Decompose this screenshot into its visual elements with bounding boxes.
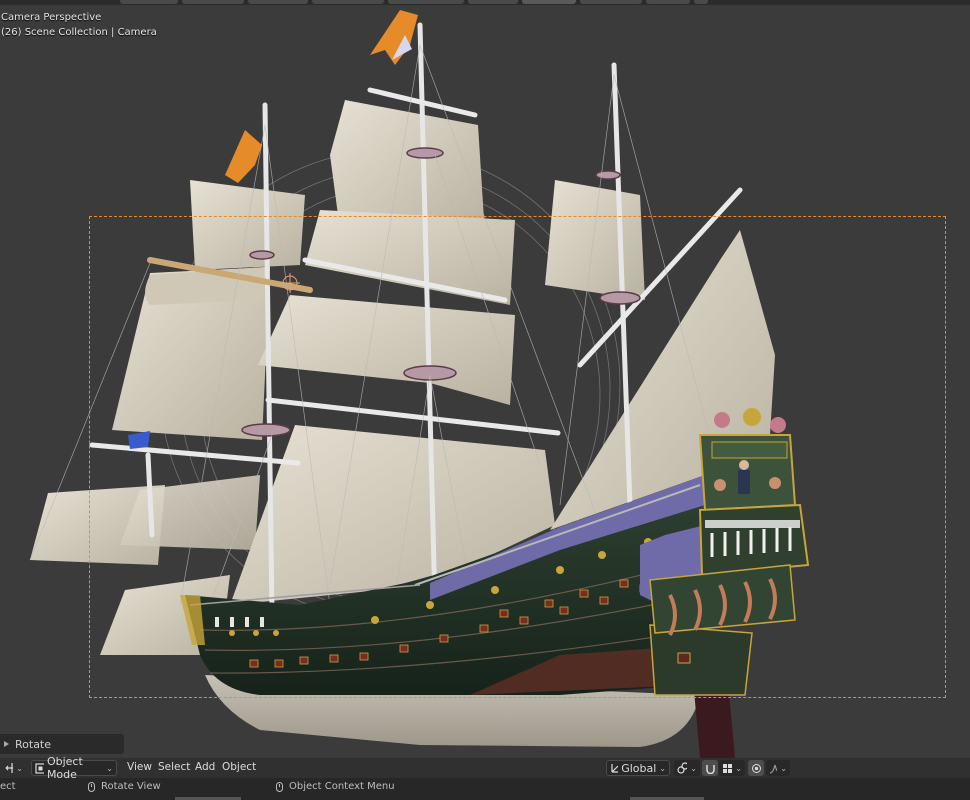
viewport-view-label: Camera Perspective <box>1 12 102 23</box>
orientation-label: Global <box>621 761 657 775</box>
grid-snap-icon <box>723 763 732 773</box>
transform-tool-icon <box>5 763 14 773</box>
transform-orientation-dropdown[interactable]: Global ⌄ <box>606 760 670 776</box>
status-left-text: ect <box>0 781 16 792</box>
proportional-icon <box>752 763 761 773</box>
chevron-down-icon: ⌄ <box>16 763 23 773</box>
falloff-dropdown[interactable]: ⌄ <box>766 760 790 776</box>
global-axes-icon <box>611 764 619 773</box>
status-rotate-label: Rotate View <box>101 781 161 792</box>
camera-frame <box>89 216 946 698</box>
menu-object[interactable]: Object <box>222 761 256 773</box>
mouse-icon <box>276 781 283 792</box>
workspace-tab[interactable] <box>120 0 178 4</box>
workspace-tab[interactable] <box>248 0 308 4</box>
status-rotate-view: Rotate View <box>88 781 161 792</box>
snap-toggle[interactable] <box>702 760 718 776</box>
workspace-tab[interactable] <box>468 0 518 4</box>
workspace-tab[interactable] <box>182 0 244 4</box>
mode-dropdown[interactable]: Object Mode ⌄ <box>31 755 117 781</box>
workspace-tab[interactable] <box>312 0 384 4</box>
pivot-dropdown[interactable]: ⌄ <box>674 760 700 776</box>
status-context-menu: Object Context Menu <box>276 781 395 792</box>
chevron-down-icon: ⌄ <box>106 763 113 773</box>
last-operator-panel[interactable]: Rotate <box>0 734 124 754</box>
workspace-tab[interactable] <box>580 0 642 4</box>
chevron-down-icon: ⌄ <box>735 763 742 773</box>
proportional-editing-toggle[interactable] <box>748 760 764 776</box>
menu-add[interactable]: Add <box>195 761 215 773</box>
workspace-tab[interactable] <box>388 0 464 4</box>
workspace-tab-active[interactable] <box>522 0 576 4</box>
chevron-down-icon: ⌄ <box>659 763 666 773</box>
viewport-header: ⌄ Object Mode ⌄ View Select Add Object G… <box>0 755 970 781</box>
status-context-label: Object Context Menu <box>289 781 395 792</box>
chevron-down-icon: ⌄ <box>690 763 697 773</box>
mouse-icon <box>88 781 95 792</box>
link-icon <box>677 762 688 774</box>
viewport-collection-label: (26) Scene Collection | Camera <box>1 27 157 38</box>
snap-icon <box>706 764 715 774</box>
3d-viewport[interactable]: Camera Perspective (26) Scene Collection… <box>0 5 970 758</box>
falloff-icon <box>769 764 778 774</box>
expand-icon <box>4 741 9 747</box>
menu-view[interactable]: View <box>127 761 152 773</box>
menu-select[interactable]: Select <box>158 761 190 773</box>
transform-tool-button[interactable]: ⌄ <box>2 760 26 776</box>
workspace-tab[interactable] <box>646 0 690 4</box>
status-bar: ect Rotate View Object Context Menu <box>0 778 970 800</box>
operator-label: Rotate <box>15 737 52 751</box>
workspace-tab[interactable] <box>694 0 708 4</box>
snap-target-dropdown[interactable]: ⌄ <box>719 760 745 776</box>
object-mode-icon <box>35 762 44 774</box>
chevron-down-icon: ⌄ <box>780 763 787 773</box>
